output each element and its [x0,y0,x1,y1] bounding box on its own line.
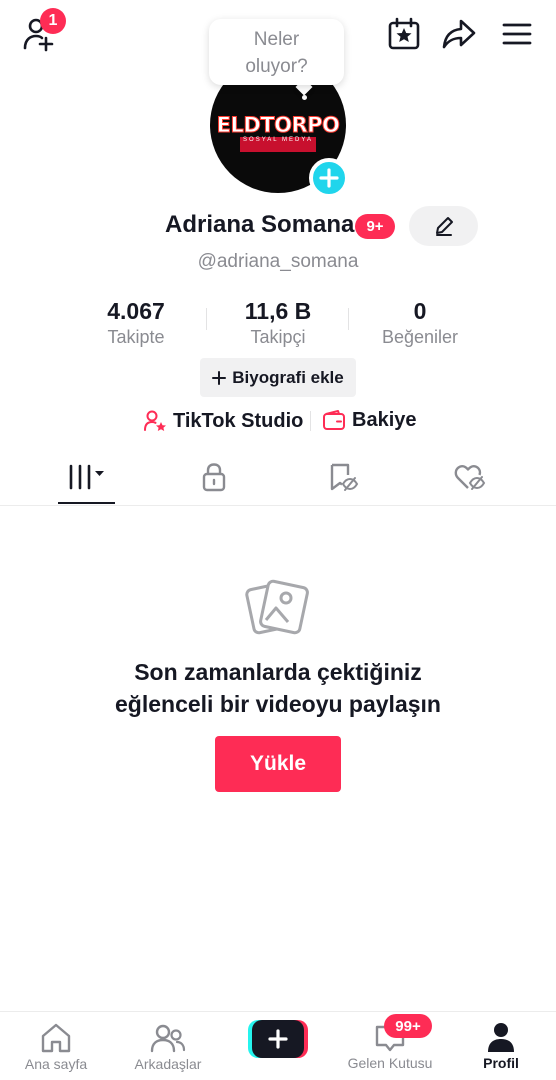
calendar-button[interactable] [384,14,424,54]
tooltip-line1: Neler [253,29,300,50]
stat-divider [206,308,207,330]
add-story-button[interactable] [309,158,349,198]
balance-link[interactable]: Bakiye [322,409,417,432]
tab-saved[interactable] [313,455,373,499]
logo-dot [302,95,307,100]
avatar-logo-text: ELDTORPO [216,113,340,138]
studio-user-star-icon [144,410,166,431]
grid-icon [69,464,104,490]
friends-notification-badge: 1 [40,8,66,34]
stat-likes-label: Beğeniler [381,327,459,347]
tabs-divider [0,505,556,506]
profile-name: Adriana Somana [165,211,355,238]
nav-friends-label: Arkadaşlar [134,1056,202,1072]
calendar-star-icon [388,17,420,50]
empty-state-line2: eğlenceli bir videoyu paylaşın [115,691,441,717]
avatar-logo-subtitle: SOSYAL MEDYA [243,137,313,143]
share-profile-button[interactable] [439,14,479,54]
home-icon [41,1023,71,1053]
plus-icon [319,168,339,188]
tab-private[interactable] [184,455,244,499]
add-friend-button[interactable]: 1 [18,8,66,54]
empty-state-line1: Son zamanlarda çektiğiniz [134,659,422,685]
heart-hidden-icon [454,465,486,490]
nav-profile[interactable]: Profil [466,1011,536,1080]
stat-followers[interactable]: 11,6 B Takipçi [208,297,348,349]
hamburger-menu-icon [502,23,532,45]
nav-home-label: Ana sayfa [24,1056,88,1072]
profile-icon [488,1023,514,1052]
photo-stack-icon [245,579,309,635]
add-bio-button[interactable]: Biyografi ekle [200,358,356,397]
empty-state-message: Son zamanlarda çektiğiniz eğlenceli bir … [0,656,556,720]
name-badge[interactable]: 9+ [355,214,395,239]
tiktok-studio-link[interactable]: TikTok Studio [143,409,303,433]
friends-icon [150,1024,186,1053]
inbox-badge: 99+ [384,1014,432,1038]
stat-following-label: Takipte [107,327,165,347]
menu-button[interactable] [497,14,537,54]
stat-likes-value: 0 [413,298,427,324]
stat-followers-value: 11,6 B [244,298,312,324]
create-button-face [252,1020,304,1058]
upload-button[interactable]: Yükle [215,736,341,792]
tab-liked[interactable] [440,455,500,499]
lock-icon [202,463,226,492]
username-handle: @adriana_somana [197,251,359,272]
plus-icon [212,370,227,385]
share-icon [442,19,476,49]
tooltip-line2: oluyor? [245,56,308,77]
edit-profile-button[interactable] [409,206,478,246]
links-divider [310,411,311,431]
stat-following-value: 4.067 [107,298,165,324]
stat-followers-label: Takipçi [250,327,306,347]
nav-inbox-label: Gelen Kutusu [347,1055,433,1071]
status-tooltip[interactable]: Neler oluyor? [209,19,344,85]
stat-divider [348,308,349,330]
nav-profile-label: Profil [483,1055,519,1071]
pencil-icon [435,217,453,236]
add-bio-label: Biyografi ekle [232,367,344,387]
nav-home[interactable]: Ana sayfa [16,1012,96,1080]
nav-friends[interactable]: Arkadaşlar [126,1012,210,1080]
active-tab-indicator [58,502,115,504]
stat-likes[interactable]: 0 Beğeniler [350,297,490,349]
balance-label: Bakiye [352,409,417,431]
create-button[interactable] [248,1020,308,1058]
create-plus-icon [268,1029,288,1049]
stat-following[interactable]: 4.067 Takipte [66,297,206,349]
tab-videos[interactable] [58,455,116,499]
bookmark-hidden-icon [330,463,359,491]
wallet-icon [323,409,345,430]
tiktok-studio-label: TikTok Studio [173,409,304,432]
